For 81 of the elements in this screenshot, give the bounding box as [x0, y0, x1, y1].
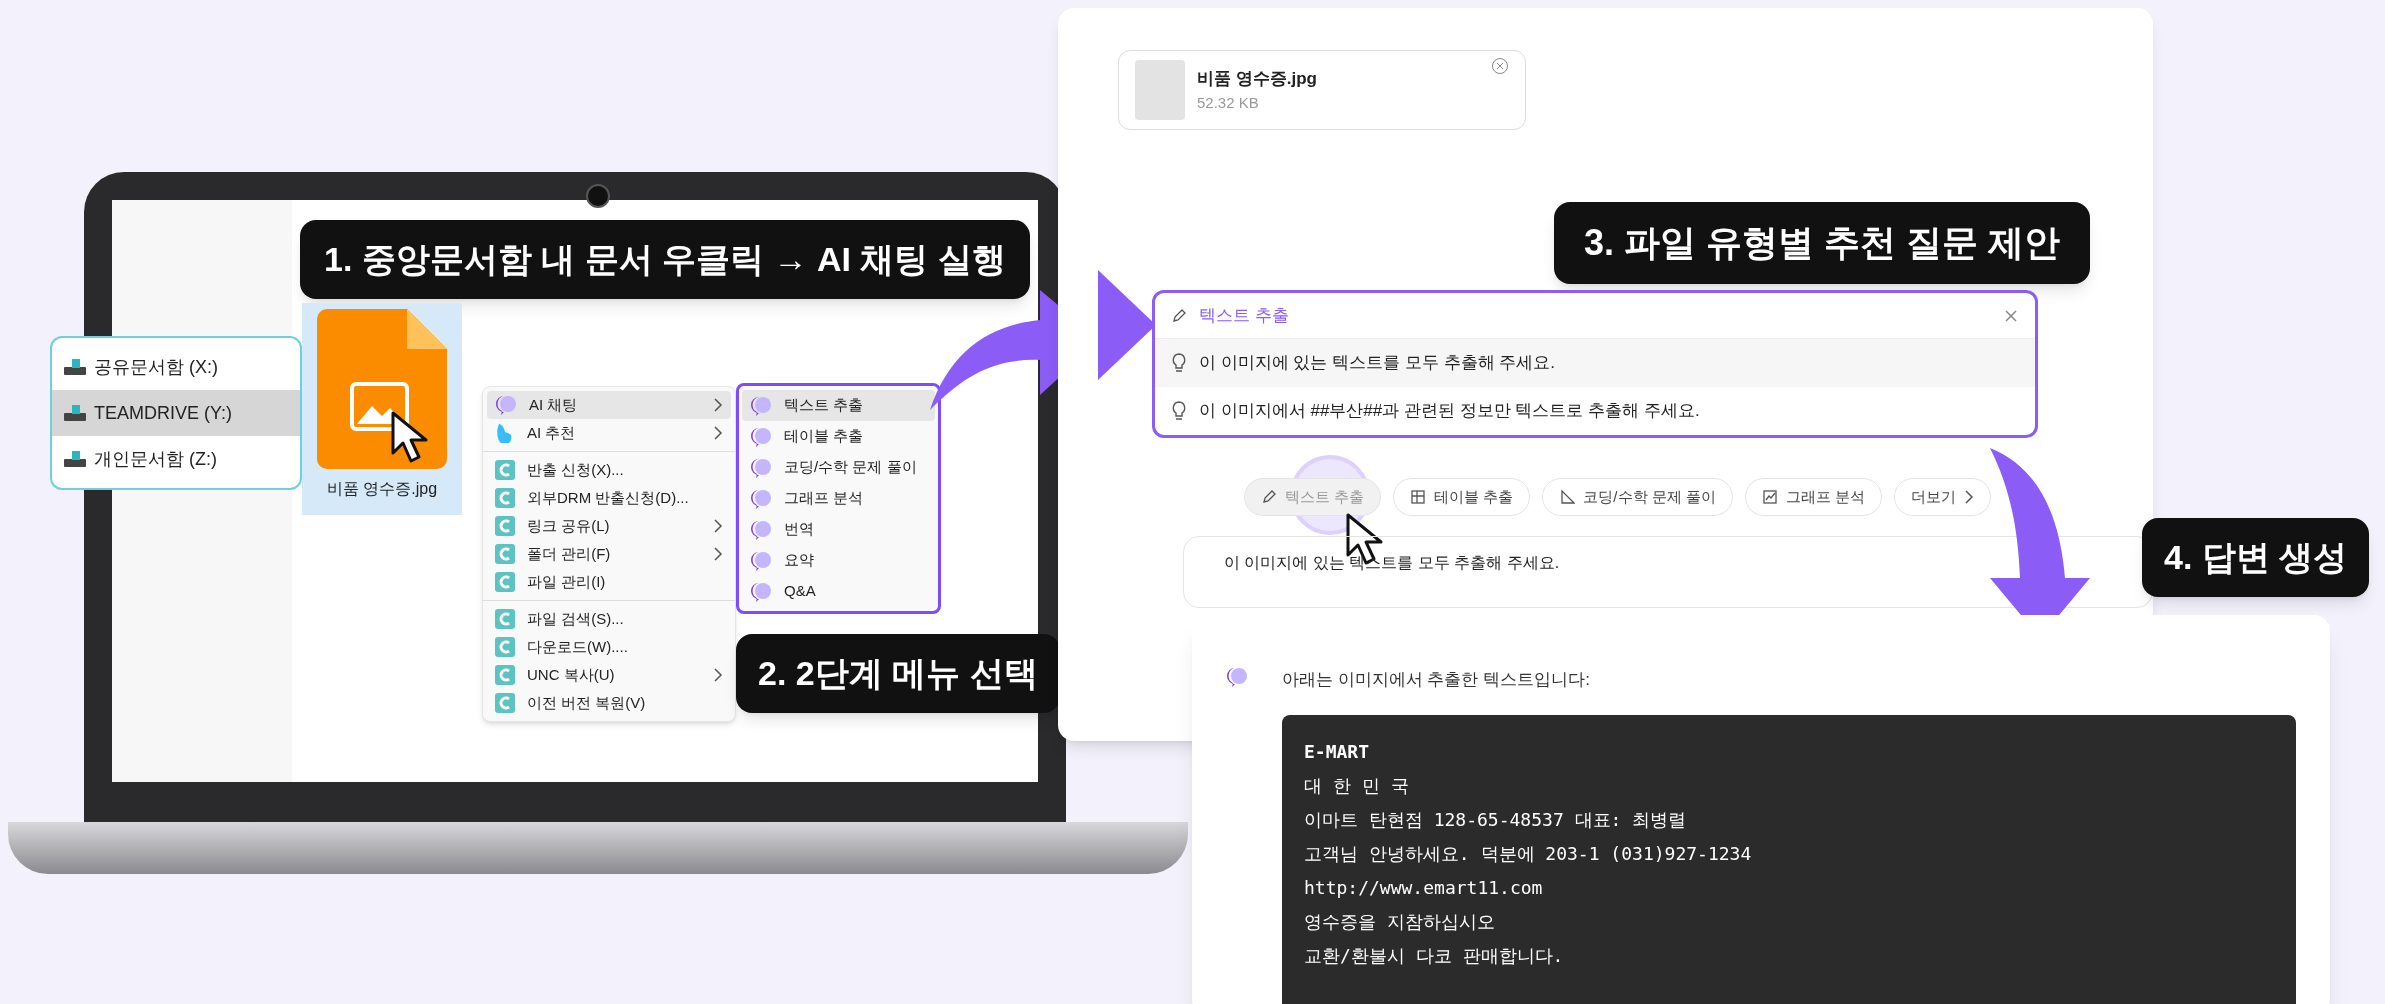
drive-item[interactable]: TEAMDRIVE (Y:) [52, 390, 300, 436]
close-icon[interactable] [2003, 307, 2019, 324]
chat-bubble-icon [750, 457, 772, 478]
lightbulb-icon [1171, 401, 1187, 421]
app-logo-icon [495, 460, 515, 480]
table-icon [1410, 489, 1427, 505]
submenu-item[interactable]: 텍스트 추출 [742, 390, 935, 421]
app-logo-icon [495, 488, 515, 508]
lightbulb-icon [1171, 353, 1187, 373]
menu-item[interactable]: 파일 관리(I) [487, 568, 731, 596]
code-line: 영수증을 지참하십시오 [1304, 909, 1496, 934]
menu-item[interactable]: 다운로드(W).... [487, 633, 731, 661]
code-line: http://www.emart11.com [1304, 875, 1544, 900]
file-tile[interactable]: 비품 영수증.jpg [302, 303, 462, 515]
app-logo-icon [495, 637, 515, 657]
attachment-name: 비품 영수증.jpg [1197, 68, 1318, 90]
drive-icon [64, 359, 86, 375]
submenu-item[interactable]: 번역 [742, 514, 935, 545]
pencil-icon [1171, 307, 1187, 324]
answer-intro: 아래는 이미지에서 추출한 텍스트입니다: [1282, 669, 1591, 691]
chat-bubble-icon [750, 519, 772, 540]
code-line: E-MART [1304, 739, 1371, 764]
chat-bubble-icon [750, 488, 772, 509]
chat-bubble-icon [750, 581, 772, 602]
chevron-icon [713, 425, 723, 441]
app-logo-icon [495, 693, 515, 713]
step-callout: 2. 2단계 메뉴 선택 [736, 634, 1060, 713]
pencil-icon [1261, 489, 1277, 505]
suggestion-chip[interactable]: 테이블 추출 [1393, 478, 1531, 516]
chat-bubble-icon [750, 426, 772, 447]
chevron-icon [713, 518, 723, 534]
chat-bubble-icon [495, 395, 517, 415]
image-file-icon [317, 309, 447, 469]
menu-item[interactable]: AI 추천 [487, 419, 731, 447]
close-icon[interactable] [1491, 57, 1509, 75]
chevron-icon [1964, 489, 1975, 505]
file-icon [1135, 60, 1185, 120]
submenu-item[interactable]: Q&A [742, 576, 935, 607]
submenu-item[interactable]: 요약 [742, 545, 935, 576]
menu-item[interactable]: UNC 복사(U) [487, 661, 731, 689]
suggestion-title: 텍스트 추출 [1199, 304, 1290, 327]
app-logo-icon [495, 665, 515, 685]
step-callout: 3. 파일 유형별 추천 질문 제안 [1554, 202, 2091, 284]
drive-item[interactable]: 공유문서함 (X:) [52, 344, 300, 390]
suggestion-item[interactable]: 이 이미지에 있는 텍스트를 모두 추출해 주세요. [1155, 339, 2035, 387]
code-line: 이마트 탄현점 128-65-48537 대표: 최병렬 [1304, 807, 1688, 832]
drive-icon [64, 451, 86, 467]
assistant-avatar-icon [1226, 667, 1248, 687]
submenu-item[interactable]: 코딩/수학 문제 풀이 [742, 452, 935, 483]
code-line: 대 한 민 국 [1304, 773, 1410, 798]
menu-item[interactable]: 링크 공유(L) [487, 512, 731, 540]
app-logo-icon [495, 516, 515, 536]
chat-bubble-icon [750, 550, 772, 571]
step-callout: 1. 중앙문서함 내 문서 우클릭 → AI 채팅 실행 [300, 220, 1030, 299]
chat-bubble-icon [750, 395, 772, 416]
step-callout: 4. 답변 생성 [2142, 518, 2370, 597]
menu-item[interactable]: 파일 검색(S)... [487, 605, 731, 633]
app-logo-icon [495, 609, 515, 629]
drive-item[interactable]: 개인문서함 (Z:) [52, 436, 300, 482]
suggestion-chip[interactable]: 그래프 분석 [1744, 478, 1883, 516]
app-logo-icon [495, 572, 515, 592]
code-line: 교환/환불시 다코 판매합니다. [1304, 943, 1565, 968]
app-logo-icon [495, 544, 515, 564]
chevron-icon [713, 397, 723, 413]
drive-icon [64, 405, 86, 421]
menu-item[interactable]: AI 채팅 [487, 391, 731, 419]
menu-item[interactable]: 외부DRM 반출신청(D)... [487, 484, 731, 512]
file-name: 비품 영수증.jpg [326, 479, 438, 499]
submenu-item[interactable]: 그래프 분석 [742, 483, 935, 514]
code-line: 고객님 안녕하세요. 덕분에 203-1 (031)927-1234 [1304, 841, 1753, 866]
menu-item[interactable]: 폴더 관리(F) [487, 540, 731, 568]
menu-item[interactable]: 이전 버전 복원(V) [487, 689, 731, 717]
suggestion-chip[interactable]: 코딩/수학 문제 풀이 [1542, 478, 1733, 516]
suggestion-chip[interactable]: 더보기 [1894, 478, 1992, 516]
submenu-item[interactable]: 테이블 추출 [742, 421, 935, 452]
chevron-icon [713, 546, 723, 562]
suggestion-item[interactable]: 이 이미지에서 ##부산##과 관련된 정보만 텍스트로 추출해 주세요. [1155, 387, 2035, 435]
menu-item[interactable]: 반출 신청(X)... [487, 456, 731, 484]
chevron-icon [713, 667, 723, 683]
chart-icon [1761, 489, 1778, 505]
attachment-size: 52.32 KB [1197, 92, 1260, 113]
